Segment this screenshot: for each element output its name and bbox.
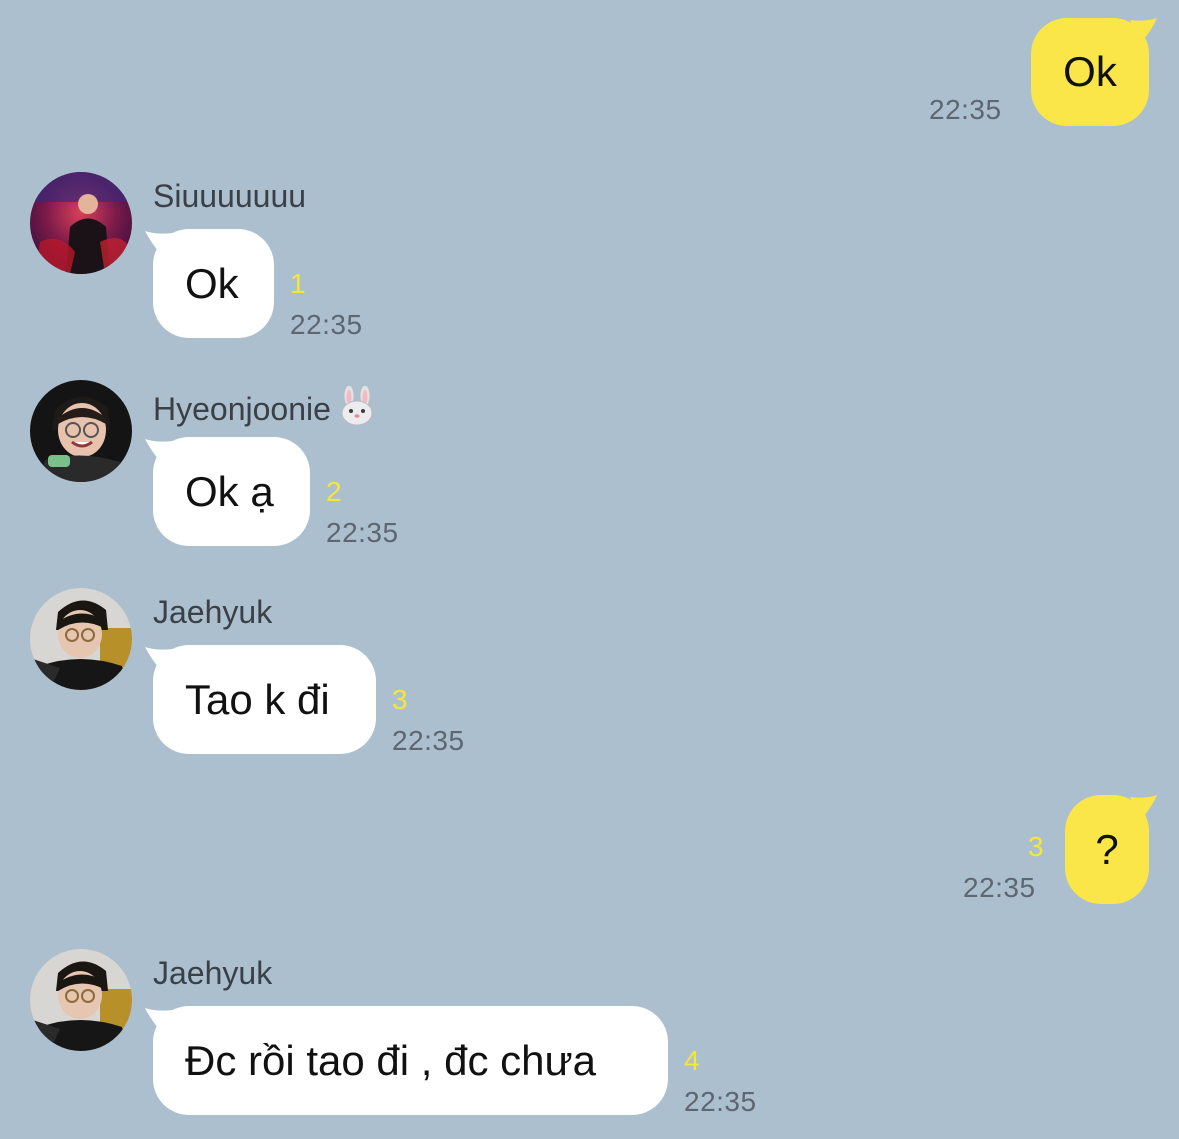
- message-timestamp: 22:35: [684, 1086, 757, 1117]
- message-timestamp: 22:35: [929, 94, 1002, 125]
- message-text: Ok ạ: [185, 467, 274, 515]
- message-bubble-incoming[interactable]: Tao k đi: [153, 645, 376, 754]
- message-timestamp: 22:35: [326, 517, 399, 548]
- sender-name: Jaehyuk: [153, 955, 273, 991]
- message-text: Tao k đi: [185, 675, 330, 723]
- unread-count: 4: [684, 1045, 700, 1076]
- avatar[interactable]: [30, 949, 132, 1051]
- avatar[interactable]: [30, 380, 132, 482]
- unread-count: 1: [290, 268, 306, 299]
- sender-name: Jaehyuk: [153, 594, 273, 630]
- message-bubble-incoming[interactable]: Ok ạ: [153, 437, 310, 546]
- message-timestamp: 22:35: [392, 725, 465, 756]
- message-bubble-incoming[interactable]: Đc rồi tao đi , đc chưa: [153, 1006, 668, 1115]
- message-text: Ok: [1063, 48, 1117, 95]
- message-timestamp: 22:35: [963, 872, 1036, 903]
- rabbit-face-icon: [337, 384, 377, 434]
- unread-count: 2: [326, 476, 342, 507]
- unread-count: 3: [392, 684, 408, 715]
- avatar[interactable]: [30, 172, 132, 274]
- sender-name: Siuuuuuuu: [153, 178, 307, 214]
- message-bubble-incoming[interactable]: Ok: [153, 229, 274, 338]
- message-timestamp: 22:35: [290, 309, 363, 340]
- avatar[interactable]: [30, 588, 132, 690]
- message-text: Ok: [185, 259, 239, 307]
- message-text: Đc rồi tao đi , đc chưa: [185, 1036, 596, 1084]
- bubble-tail-icon: [1130, 18, 1157, 44]
- sender-name: Hyeonjoonie: [153, 384, 377, 434]
- message-text: ?: [1095, 825, 1119, 873]
- unread-count: 3: [1028, 831, 1044, 862]
- bubble-tail-icon: [1130, 795, 1157, 821]
